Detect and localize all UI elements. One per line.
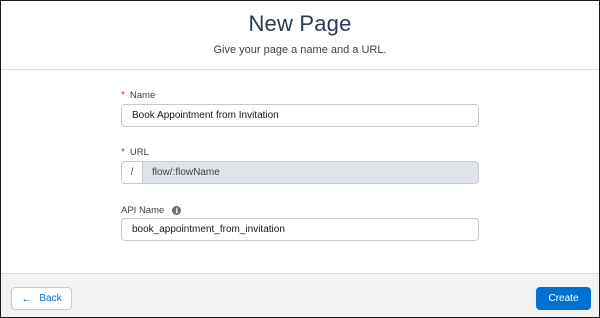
url-label: * URL xyxy=(121,147,149,158)
create-button[interactable]: Create xyxy=(536,287,591,310)
name-label-text: Name xyxy=(129,90,156,101)
url-input-group: / flow/:flowName xyxy=(121,161,479,184)
modal-footer: ← Back Create xyxy=(1,273,599,317)
modal-body: * Name Book Appointment from Invitation … xyxy=(1,71,599,273)
name-input[interactable]: Book Appointment from Invitation xyxy=(121,104,479,127)
page-subtitle: Give your page a name and a URL. xyxy=(213,44,387,56)
back-button-label: Back xyxy=(39,293,62,304)
page-title: New Page xyxy=(248,11,352,36)
api-name-label-text: API Name xyxy=(121,205,165,216)
url-input[interactable]: flow/:flowName xyxy=(142,161,479,184)
name-label: * Name xyxy=(121,90,155,101)
url-prefix: / xyxy=(121,161,142,184)
api-name-label: API Name i xyxy=(121,205,182,216)
create-button-label: Create xyxy=(548,293,579,304)
arrow-left-icon: ← xyxy=(21,292,33,305)
api-name-input[interactable]: book_appointment_from_invitation xyxy=(121,218,479,241)
url-label-text: URL xyxy=(129,147,149,158)
modal-header: New Page Give your page a name and a URL… xyxy=(1,1,599,70)
info-icon[interactable]: i xyxy=(172,206,182,215)
url-required-marker: * xyxy=(121,147,125,158)
back-button[interactable]: ← Back xyxy=(11,287,72,310)
name-required-marker: * xyxy=(121,90,125,101)
new-page-modal: New Page Give your page a name and a URL… xyxy=(0,0,600,318)
